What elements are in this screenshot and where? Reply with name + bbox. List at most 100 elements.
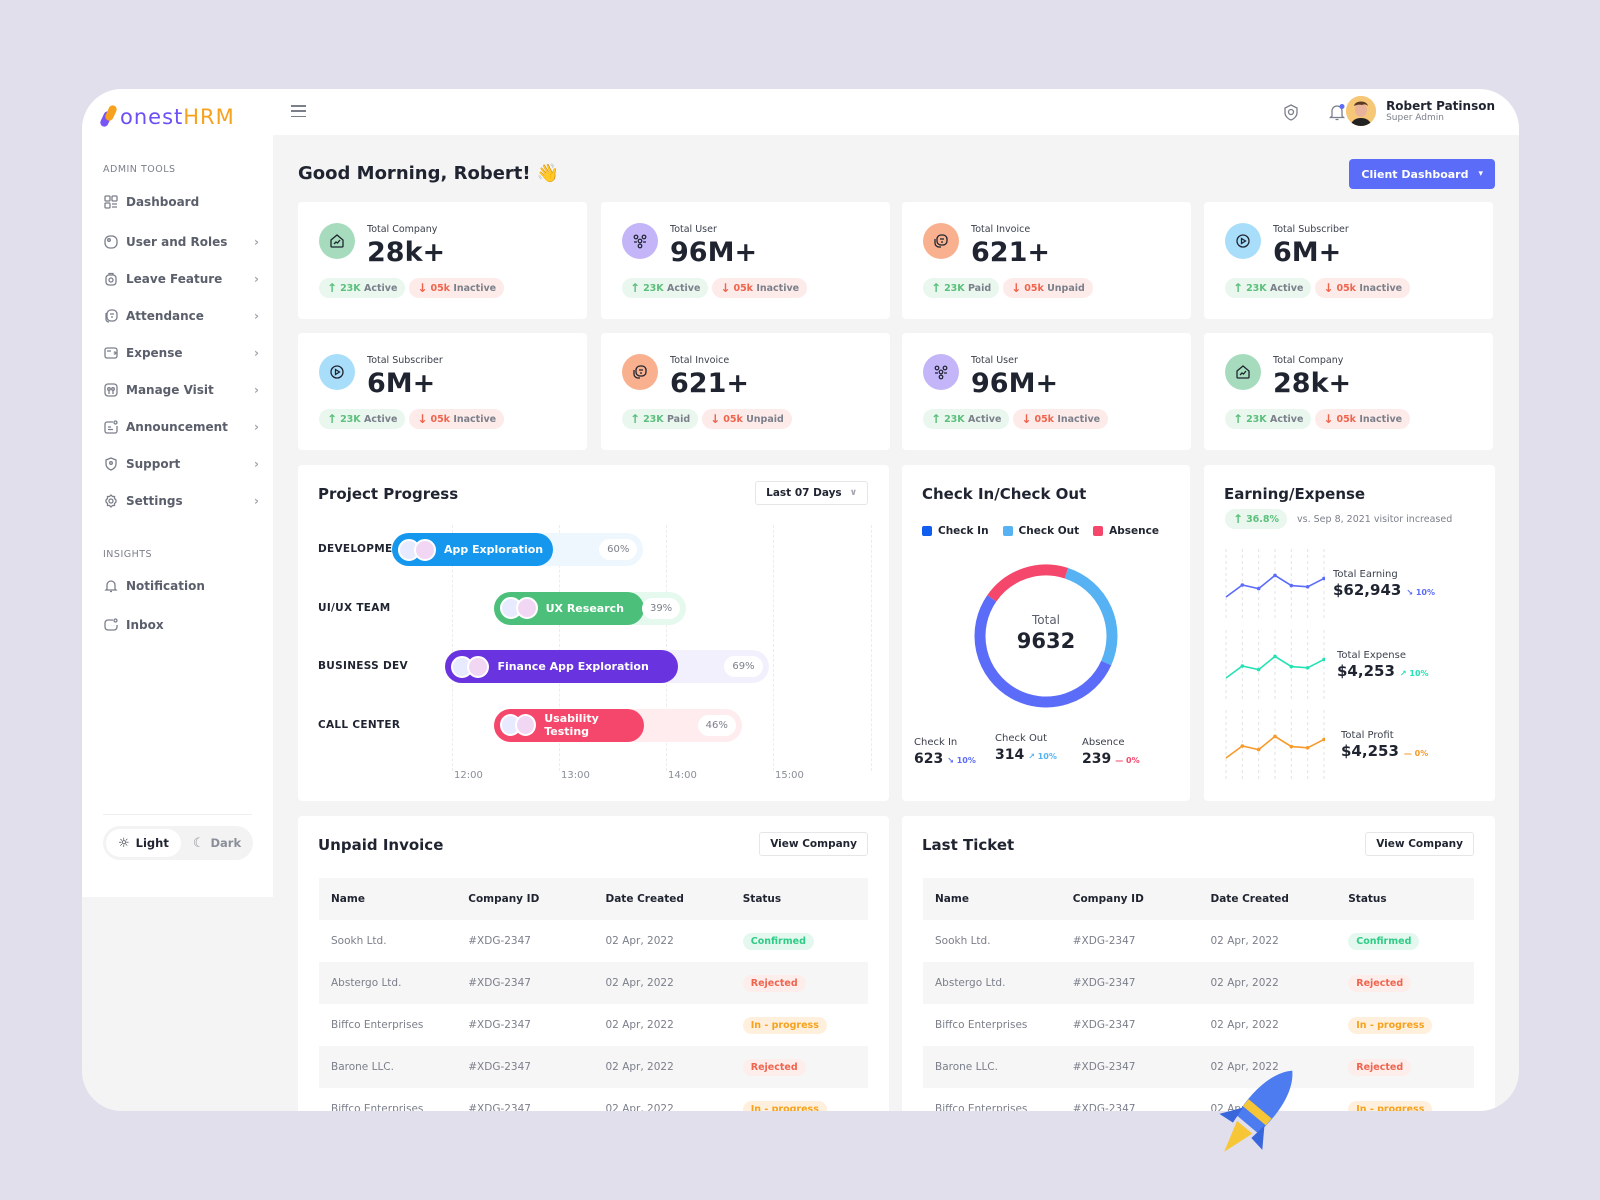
avatar (515, 597, 538, 619)
column-header[interactable]: Date Created (1198, 878, 1337, 920)
cell-status: In - progress (1336, 1088, 1474, 1111)
table-row[interactable]: Abstergo Ltd. #XDG-2347 02 Apr, 2022 Rej… (923, 962, 1474, 1004)
table-row[interactable]: Abstergo Ltd. #XDG-2347 02 Apr, 2022 Rej… (319, 962, 868, 1004)
sidebar-item-manage-visit[interactable]: Manage Visit › (103, 377, 259, 403)
menu-toggle-icon[interactable] (291, 105, 306, 117)
arrow-up-icon: ↑ (630, 412, 641, 426)
cell-status: In - progress (731, 1004, 868, 1046)
sparkline-point[interactable] (1289, 583, 1294, 588)
column-header[interactable]: Status (1336, 878, 1474, 920)
sparkline-point[interactable] (1305, 746, 1310, 750)
down-count: 05k (723, 413, 743, 425)
sidebar-item-support[interactable]: Support › (103, 451, 259, 477)
stat-badges: ↑ 23K Paid ↓ 05k Unpaid (923, 278, 1093, 298)
logo[interactable]: onest HRM (98, 104, 235, 129)
sparkline-point[interactable] (1305, 666, 1310, 670)
arrow-down-icon: ↓ (720, 281, 731, 295)
column-header[interactable]: Name (319, 878, 457, 920)
sparkline-chart (1225, 630, 1325, 700)
sidebar-item-attendance[interactable]: Attendance › (103, 303, 259, 329)
logo-text-hrm: HRM (183, 105, 235, 129)
progress-bar[interactable]: Usability Testing 46% (493, 708, 742, 742)
stat-down-badge: ↓ 05k Inactive (712, 278, 808, 298)
cell-name: Barone LLC. (319, 1046, 457, 1088)
section-admin-tools: ADMIN TOOLS (103, 164, 176, 175)
sparkline-point[interactable] (1240, 664, 1245, 668)
column-header[interactable]: Status (730, 878, 868, 920)
status-badge: Rejected (1348, 1058, 1412, 1076)
donut-total-value: 9632 (1016, 629, 1076, 653)
up-label: Active (363, 413, 398, 425)
earning-stat: Total Earning $62,943 ↘ 10% (1333, 569, 1435, 599)
column-header[interactable]: Name (923, 878, 1061, 920)
notification-bell-icon[interactable] (1327, 102, 1347, 122)
theme-light-option[interactable]: ☼ Light (106, 829, 181, 857)
user-name: Robert Patinson (1386, 99, 1495, 113)
table-row[interactable]: Biffco Enterprises #XDG-2347 02 Apr, 202… (319, 1088, 868, 1111)
stat-down-badge: ↓ 05k Unpaid (1003, 278, 1093, 298)
earning-change: ↑ 36.8% vs. Sep 8, 2021 visitor increased (1225, 509, 1452, 529)
progress-bar[interactable]: Finance App Exploration 69% (445, 650, 769, 683)
stat-label: Total Subscriber (1273, 224, 1349, 235)
cell-name: Abstergo Ltd. (923, 962, 1061, 1004)
sparkline-point[interactable] (1256, 747, 1261, 752)
sparkline-point[interactable] (1256, 667, 1261, 672)
user-profile[interactable]: Robert Patinson Super Admin (1346, 96, 1495, 126)
date-range-select[interactable]: Last 07 Days ∨ (755, 481, 868, 505)
sidebar-item-user-and-roles[interactable]: User and Roles › (103, 229, 259, 255)
sparkline-point[interactable] (1289, 664, 1294, 669)
column-header[interactable]: Date Created (593, 878, 731, 920)
arrow-up-icon: ↑ (630, 281, 641, 295)
unpaid-invoice-card: Unpaid Invoice View Company Name Company … (298, 816, 889, 1111)
sidebar-item-inbox[interactable]: Inbox (103, 612, 259, 638)
view-company-button[interactable]: View Company (759, 832, 868, 856)
progress-fill: UX Research (493, 591, 644, 625)
sparkline-point[interactable] (1273, 573, 1277, 578)
arrow-up-icon: ↑ (1233, 512, 1244, 526)
sidebar-item-label: Dashboard (126, 195, 200, 209)
client-dashboard-button[interactable]: Client Dashboard ▾ (1349, 159, 1495, 189)
progress-fill: Usability Testing (493, 708, 644, 742)
table-row[interactable]: Biffco Enterprises #XDG-2347 02 Apr, 202… (319, 1004, 868, 1046)
sparkline-point[interactable] (1240, 744, 1245, 748)
up-label: Active (967, 413, 1002, 425)
cell-name: Barone LLC. (923, 1046, 1061, 1088)
sparkline-point[interactable] (1289, 744, 1294, 749)
stat-value: 28k+ (1273, 368, 1352, 399)
stat-label: Total Company (1273, 355, 1344, 366)
down-count: 05k (430, 413, 450, 425)
shield-icon[interactable] (1281, 102, 1301, 122)
sparkline-point[interactable] (1240, 583, 1245, 587)
theme-dark-option[interactable]: ☾ Dark (181, 829, 253, 857)
sidebar-item-settings[interactable]: Settings › (103, 488, 259, 514)
progress-bar[interactable]: UX Research 39% (493, 591, 687, 625)
table-row[interactable]: Sookh Ltd. #XDG-2347 02 Apr, 2022 Confir… (923, 920, 1474, 962)
cell-name: Sookh Ltd. (331, 935, 387, 947)
column-header[interactable]: Company ID (1060, 878, 1199, 920)
sidebar-item-dashboard[interactable]: Dashboard (103, 189, 259, 215)
sparkline-point[interactable] (1305, 585, 1310, 589)
team-label: BUSINESS DEV (318, 660, 408, 672)
sparkline-point[interactable] (1273, 734, 1277, 739)
table-row[interactable]: Barone LLC. #XDG-2347 02 Apr, 2022 Rejec… (319, 1046, 868, 1088)
donut-segment-absence[interactable] (987, 564, 1069, 602)
donut-total-label: Total (1031, 613, 1061, 627)
view-company-button[interactable]: View Company (1365, 832, 1474, 856)
sidebar-item-label: Settings (126, 494, 183, 508)
time-tick-label: 12:00 (454, 770, 483, 781)
sidebar-item-expense[interactable]: Expense › (103, 340, 259, 366)
table-row[interactable]: Biffco Enterprises #XDG-2347 02 Apr, 202… (923, 1004, 1474, 1046)
company-icon (319, 223, 355, 259)
sidebar-item-leave-feature[interactable]: Leave Feature › (103, 266, 259, 292)
sparkline-point[interactable] (1256, 586, 1261, 591)
subscriber-icon (1225, 223, 1261, 259)
column-header[interactable]: Company ID (456, 878, 594, 920)
cell-company-id: #XDG-2347 (456, 1046, 594, 1088)
sidebar-item-announcement[interactable]: Announcement › (103, 414, 259, 440)
theme-toggle[interactable]: ☼ Light ☾ Dark (103, 826, 253, 860)
arrow-up-icon: ↑ (327, 281, 338, 295)
sparkline-point[interactable] (1273, 654, 1277, 659)
progress-bar[interactable]: App Exploration 60% (391, 533, 644, 566)
table-row[interactable]: Sookh Ltd. #XDG-2347 02 Apr, 2022 Confir… (319, 920, 868, 962)
sidebar-item-notification[interactable]: Notification (103, 573, 259, 599)
